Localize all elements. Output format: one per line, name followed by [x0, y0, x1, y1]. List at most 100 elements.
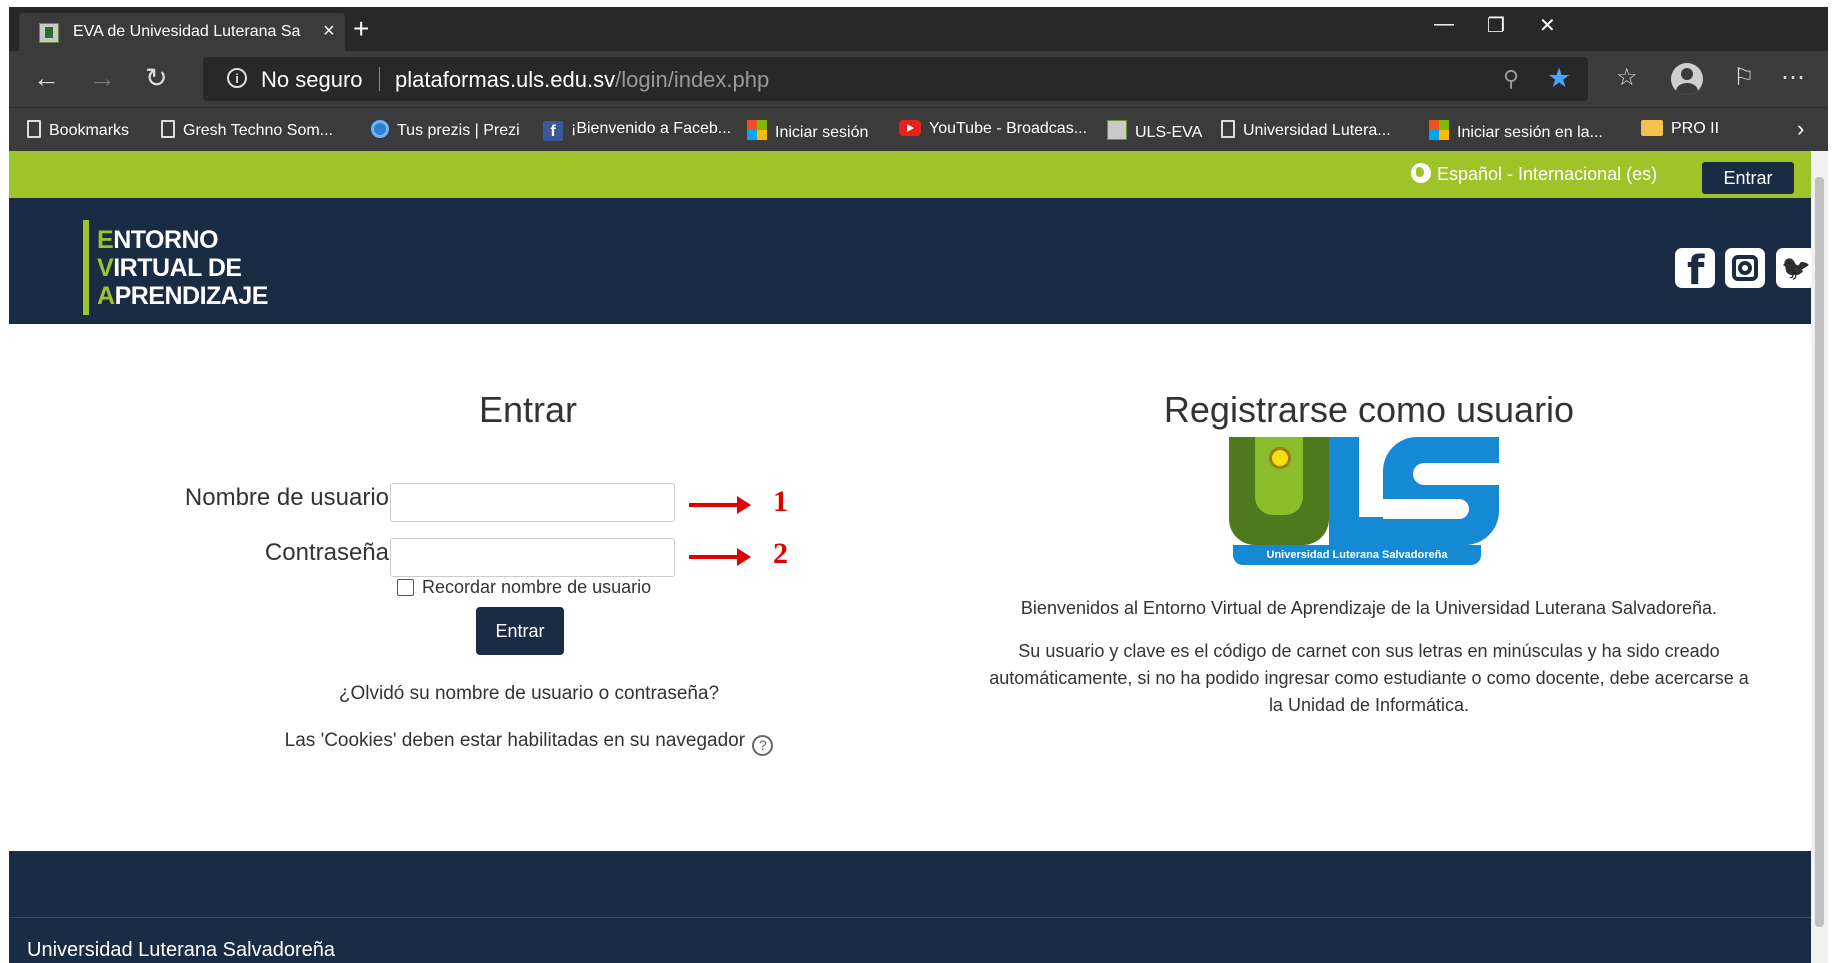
cookies-notice: Las 'Cookies' deben estar habilitadas en… [209, 730, 849, 756]
microsoft-icon [1429, 120, 1449, 140]
scrollbar-thumb[interactable] [1815, 177, 1824, 927]
read-aloud-icon[interactable]: ⚐ [1733, 63, 1755, 92]
help-icon[interactable]: ? [752, 735, 774, 756]
bookmark-item[interactable]: Gresh Techno Som... [161, 120, 333, 140]
web-page: Español - Internacional (es) Entrar ENTO… [9, 151, 1828, 963]
youtube-icon [899, 120, 921, 136]
login-heading: Entrar [478, 389, 578, 430]
logo-word: NTORNO [113, 226, 219, 254]
info-icon[interactable]: i [227, 68, 247, 88]
logo-caption: Universidad Luterana Salvadoreña [1233, 545, 1481, 565]
more-menu-icon[interactable]: ⋯ [1781, 63, 1805, 92]
site-header: ENTORNO VIRTUAL DE APRENDIZAJE [9, 198, 1816, 324]
password-input[interactable] [390, 538, 675, 577]
logo-word: IRTUAL DE [113, 254, 242, 282]
bookmark-label: Bookmarks [49, 122, 130, 139]
address-bar[interactable]: i No seguro plataformas.uls.edu.sv/login… [203, 57, 1588, 101]
globe-icon [1411, 163, 1431, 183]
site-favicon-icon [39, 23, 59, 43]
bookmark-item[interactable]: YouTube - Broadcas... [899, 120, 1087, 138]
forgot-password-link[interactable]: ¿Olvidó su nombre de usuario o contraseñ… [329, 683, 729, 705]
address-separator [379, 67, 380, 91]
forward-icon[interactable]: → [89, 63, 116, 94]
page-icon [1221, 120, 1235, 138]
register-heading: Registrarse como usuario [1163, 389, 1575, 430]
bookmark-label: Universidad Lutera... [1243, 122, 1391, 139]
minimize-icon[interactable]: — [1434, 13, 1454, 36]
bookmark-label: Iniciar sesión en la... [1457, 124, 1603, 141]
bookmark-item[interactable]: Iniciar sesión en la... [1429, 120, 1603, 142]
twitter-icon[interactable] [1776, 248, 1816, 288]
url-host: plataformas.uls.edu.sv [395, 67, 616, 92]
uls-logo: Universidad Luterana Salvadoreña [1229, 437, 1499, 567]
logo-initial: V [97, 254, 114, 282]
close-window-icon[interactable]: ✕ [1539, 13, 1556, 38]
logo-line: VIRTUAL DE [97, 254, 268, 282]
annotation-arrow-1 [689, 496, 751, 514]
logo-line: APRENDIZAJE [97, 282, 268, 310]
facebook-icon[interactable] [1675, 248, 1715, 294]
logo-initial: A [97, 282, 115, 310]
welcome-text: Bienvenidos al Entorno Virtual de Aprend… [1020, 598, 1718, 618]
top-bar: Español - Internacional (es) Entrar [9, 151, 1811, 198]
bookmarks-more-icon[interactable]: › [1797, 116, 1804, 142]
remember-username-checkbox[interactable]: Recordar nombre de usuario [397, 577, 651, 598]
footer-divider [9, 917, 1811, 918]
logo-accent-bar [83, 220, 89, 315]
username-label: Nombre de usuario [184, 484, 389, 511]
favorite-star-icon[interactable]: ★ [1547, 63, 1571, 94]
language-selector[interactable]: Español - Internacional (es) [1411, 163, 1657, 185]
site-logo[interactable]: ENTORNO VIRTUAL DE APRENDIZAJE [97, 226, 268, 310]
new-tab-button[interactable]: + [353, 13, 369, 45]
screenshot-frame: EVA de Univesidad Luterana Salv × + — ❐ … [9, 7, 1828, 963]
key-icon[interactable]: ⚲ [1503, 66, 1519, 92]
folder-icon [1641, 120, 1663, 136]
bookmark-item[interactable]: Bookmarks [27, 120, 129, 140]
page-scrollbar[interactable] [1811, 151, 1828, 963]
refresh-icon[interactable]: ↻ [145, 63, 168, 94]
page-icon [27, 120, 41, 138]
page-icon [161, 120, 175, 138]
username-input[interactable] [390, 483, 675, 522]
facebook-icon: f [543, 121, 563, 141]
bookmark-item[interactable]: Iniciar sesión [747, 120, 868, 142]
bookmark-label: PRO II [1671, 120, 1720, 137]
restore-icon[interactable]: ❐ [1487, 13, 1505, 38]
instagram-icon[interactable] [1725, 248, 1765, 288]
checkbox-box[interactable] [397, 579, 414, 596]
bookmark-item[interactable]: Universidad Lutera... [1221, 120, 1391, 140]
logo-sun [1269, 447, 1291, 469]
bookmark-item[interactable]: f ¡Bienvenido a Faceb... [543, 120, 731, 141]
profile-avatar-icon[interactable] [1671, 63, 1703, 95]
annotation-arrow-2 [689, 548, 751, 566]
cookies-text: Las 'Cookies' deben estar habilitadas en… [284, 730, 746, 751]
microsoft-icon [747, 120, 767, 140]
logo-initial: E [97, 226, 114, 254]
footer-university-name: Universidad Luterana Salvadoreña [27, 939, 335, 961]
url-path: /login/index.php [615, 67, 770, 92]
security-label: No seguro [261, 67, 363, 92]
bookmark-item[interactable]: PRO II [1641, 120, 1719, 138]
back-icon[interactable]: ← [33, 63, 60, 94]
browser-toolbar: ← → ↻ i No seguro plataformas.uls.edu.sv… [9, 51, 1828, 107]
header-login-button[interactable]: Entrar [1702, 162, 1794, 194]
annotation-number-1: 1 [773, 485, 788, 518]
remember-username-label: Recordar nombre de usuario [422, 577, 652, 597]
logo-word: PRENDIZAJE [114, 282, 269, 310]
bookmark-label: YouTube - Broadcas... [929, 120, 1088, 137]
bookmark-item[interactable]: ULS-EVA [1107, 120, 1202, 142]
language-label: Español - Internacional (es) [1437, 164, 1658, 184]
bookmark-label: Iniciar sesión [775, 124, 869, 141]
logo-letter-s [1383, 437, 1499, 545]
favorites-list-icon[interactable]: ☆ [1616, 63, 1638, 92]
bookmark-label: Gresh Techno Som... [183, 122, 333, 139]
close-tab-icon[interactable]: × [323, 20, 335, 43]
login-submit-button[interactable]: Entrar [476, 607, 564, 655]
account-info-text: Su usuario y clave es el código de carne… [989, 641, 1749, 715]
site-footer: Universidad Luterana Salvadoreña [9, 851, 1811, 963]
browser-tab-bar: EVA de Univesidad Luterana Salv × + — ❐ … [9, 7, 1828, 51]
bookmark-item[interactable]: Tus prezis | Prezi [371, 120, 520, 140]
tab-title: EVA de Univesidad Luterana Salv [73, 23, 301, 40]
browser-tab[interactable]: EVA de Univesidad Luterana Salv × [19, 13, 345, 51]
logo-letter-l [1329, 437, 1389, 545]
